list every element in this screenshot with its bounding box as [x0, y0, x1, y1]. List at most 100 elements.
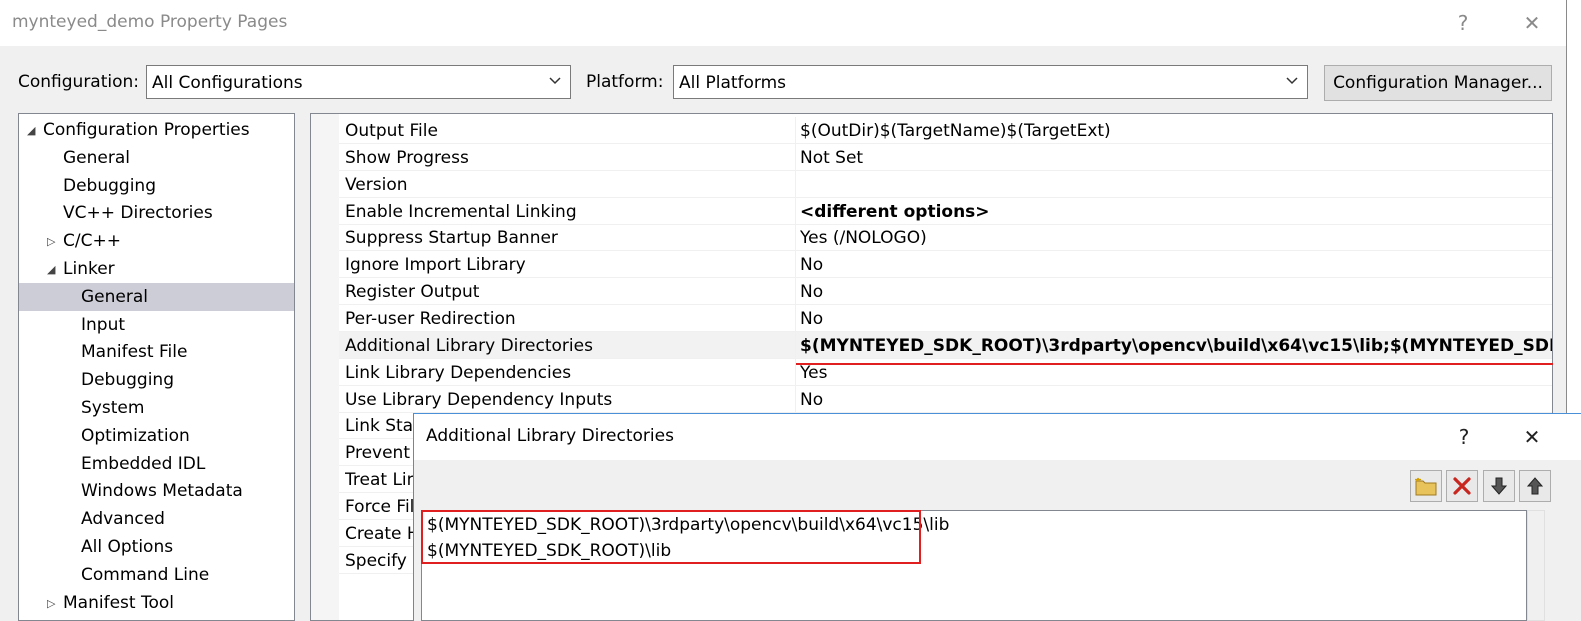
tree-item[interactable]: VC++ Directories — [19, 199, 294, 227]
tree-item-label: Windows Metadata — [81, 481, 243, 502]
platform-value: All Platforms — [679, 73, 787, 93]
property-row[interactable]: Ignore Import Library No — [339, 251, 1552, 279]
expanded-arrow-icon[interactable]: ◢ — [47, 263, 59, 276]
tree-item[interactable]: Embedded IDL — [19, 450, 294, 478]
tree-item[interactable]: Manifest File — [19, 338, 294, 366]
property-name: Link Library Dependencies — [345, 362, 572, 383]
chevron-down-icon — [549, 77, 561, 85]
move-down-button[interactable] — [1483, 470, 1515, 502]
platform-select[interactable]: All Platforms — [673, 65, 1308, 99]
property-name: Enable Incremental Linking — [345, 201, 577, 222]
property-row[interactable]: Show Progress Not Set — [339, 143, 1552, 171]
property-name: Register Output — [345, 282, 480, 303]
property-name: Suppress Startup Banner — [345, 228, 558, 249]
tree-item[interactable]: Advanced — [19, 505, 294, 533]
property-name: Per-user Redirection — [345, 308, 516, 329]
dialog-close-button[interactable]: ✕ — [1512, 422, 1552, 452]
configuration-select[interactable]: All Configurations — [146, 65, 571, 99]
property-name: Show Progress — [345, 147, 469, 168]
tree-item[interactable]: Optimization — [19, 422, 294, 450]
property-row[interactable]: Additional Library Directories $(MYNTEYED… — [339, 331, 1552, 359]
property-name: Use Library Dependency Inputs — [345, 389, 613, 410]
property-value[interactable]: No — [795, 278, 1552, 306]
property-row[interactable]: Register Output No — [339, 278, 1552, 306]
tree-item[interactable]: General — [19, 144, 294, 172]
property-row[interactable]: Use Library Dependency Inputs No — [339, 385, 1552, 413]
annotation-box — [421, 510, 921, 564]
tree-item-label: Command Line — [81, 564, 210, 585]
annotation-underline — [796, 363, 1553, 365]
tree-item-label: Input — [81, 314, 126, 335]
property-name: Additional Library Directories — [345, 335, 593, 356]
tree-item[interactable]: General — [19, 282, 294, 311]
tree-item[interactable]: Input — [19, 311, 294, 339]
platform-label: Platform: — [586, 72, 664, 92]
tree-item[interactable]: All Options — [19, 533, 294, 561]
property-value[interactable]: No — [795, 385, 1552, 413]
new-line-button[interactable] — [1410, 470, 1442, 502]
property-value[interactable] — [795, 170, 1552, 198]
tree-item[interactable]: Command Line — [19, 561, 294, 589]
close-button[interactable]: ✕ — [1512, 8, 1552, 38]
tree-item-label: Debugging — [81, 370, 174, 391]
move-up-button[interactable] — [1519, 470, 1551, 502]
chevron-down-icon — [1286, 77, 1298, 85]
tree-item[interactable]: ◢ Configuration Properties — [19, 116, 294, 144]
tree-item[interactable]: Windows Metadata — [19, 477, 294, 505]
property-value[interactable]: No — [795, 304, 1552, 332]
configuration-row: Configuration: All Configurations Platfo… — [0, 65, 1566, 101]
tree-item-label: Manifest File — [81, 342, 188, 363]
delete-line-button[interactable] — [1446, 470, 1478, 502]
tree-item-label: Embedded IDL — [81, 453, 206, 474]
tree-item-label: General — [81, 286, 148, 307]
property-name: Output File — [345, 121, 438, 141]
tree-item[interactable]: System — [19, 394, 294, 422]
property-row[interactable]: Enable Incremental Linking <different opt… — [339, 197, 1552, 225]
tree-item[interactable]: Debugging — [19, 172, 294, 200]
property-value[interactable]: Yes (/NOLOGO) — [795, 224, 1552, 252]
dialog-title-bar: Additional Library Directories ? ✕ — [414, 414, 1581, 460]
tree-item-label: General — [63, 147, 130, 168]
dialog-title: Additional Library Directories — [426, 426, 674, 446]
tree-item[interactable]: ▷ Manifest Tool — [19, 589, 294, 617]
tree-item-label: Linker — [63, 259, 115, 279]
property-value[interactable]: Not Set — [795, 143, 1552, 171]
move-down-icon — [1490, 477, 1508, 495]
property-value[interactable]: <different options> — [795, 197, 1552, 225]
configuration-label: Configuration: — [18, 72, 140, 92]
property-value[interactable]: $(MYNTEYED_SDK_ROOT)\3rdparty\opencv\bui… — [795, 331, 1552, 359]
configuration-manager-button[interactable]: Configuration Manager... — [1324, 65, 1552, 101]
collapsed-arrow-icon[interactable]: ▷ — [47, 597, 59, 610]
configuration-value: All Configurations — [152, 73, 303, 93]
window-title: mynteyed_demo Property Pages — [12, 12, 288, 32]
property-name: Version — [345, 174, 408, 195]
property-tree[interactable]: ◢ Configuration Properties General Debuggin… — [18, 113, 295, 621]
property-row[interactable]: Suppress Startup Banner Yes (/NOLOGO) — [339, 224, 1552, 252]
property-row[interactable]: Output File $(OutDir)$(TargetName)$(Targe… — [339, 117, 1552, 144]
tree-item-label: All Options — [81, 537, 174, 557]
property-row[interactable]: Per-user Redirection No — [339, 304, 1552, 332]
tree-item-label: Configuration Properties — [43, 120, 250, 140]
new-folder-icon — [1415, 477, 1437, 496]
dialog-help-button[interactable]: ? — [1444, 422, 1484, 452]
list-scrollbar[interactable] — [1527, 510, 1545, 621]
tree-item-label: Debugging — [63, 175, 156, 196]
delete-icon — [1453, 477, 1471, 495]
tree-item-label: System — [81, 398, 145, 418]
tree-item-label: Manifest Tool — [63, 592, 174, 613]
title-bar: mynteyed_demo Property Pages ? ✕ — [0, 0, 1566, 46]
property-value[interactable]: $(OutDir)$(TargetName)$(TargetExt) — [795, 117, 1552, 144]
tree-item-label: C/C++ — [63, 231, 121, 252]
tree-item[interactable]: Debugging — [19, 366, 294, 394]
property-row[interactable]: Version — [339, 170, 1552, 198]
tree-item-label: VC++ Directories — [63, 203, 213, 224]
move-up-icon — [1526, 477, 1544, 495]
property-value[interactable]: No — [795, 251, 1552, 279]
help-button[interactable]: ? — [1443, 8, 1483, 38]
tree-item-label: Advanced — [81, 509, 165, 530]
expanded-arrow-icon[interactable]: ◢ — [27, 124, 39, 137]
grid-gutter — [311, 114, 339, 620]
tree-item[interactable]: ▷ C/C++ — [19, 227, 294, 255]
tree-item[interactable]: ◢ Linker — [19, 255, 294, 283]
collapsed-arrow-icon[interactable]: ▷ — [47, 235, 59, 248]
